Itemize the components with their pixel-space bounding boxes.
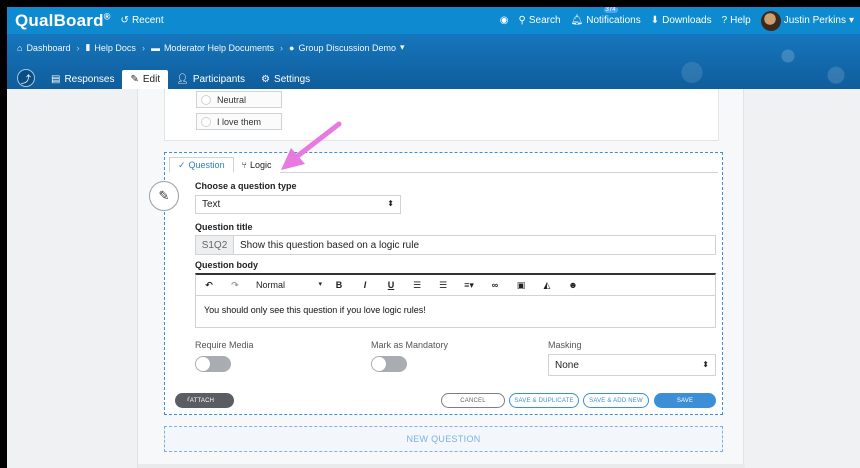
save-add-new-button[interactable]: SAVE & ADD NEW	[583, 393, 649, 408]
select-arrows-icon: ⬍	[702, 360, 709, 369]
tab-participants[interactable]: 👤︎ Participants	[168, 70, 253, 89]
new-question-button[interactable]: NEW QUESTION	[164, 426, 723, 452]
search-icon: ⚲	[518, 15, 526, 26]
annotation-arrow	[281, 121, 342, 170]
question-editor-card: ✓ Question ⑂ Logic ✎ Choose a question typ…	[149, 152, 723, 415]
require-media-label: Require Media	[195, 340, 254, 350]
caret-down-icon[interactable]: ▾	[400, 42, 405, 53]
project-tabs: ⤴ ▤ Responses ✎ Edit 👤︎ Participants ⚙ Setti…	[7, 67, 318, 89]
rich-text-toolbar: ↶ ↷ Normal ▾ B I U ☰ ☰ ≡▾ ∞ ▣ ◭ ☻	[195, 273, 716, 295]
question-title-input[interactable]: S1Q2 Show this question based on a logic…	[195, 235, 716, 255]
branch-icon: ⑂	[241, 160, 247, 170]
editor-content: Neutral I love them ✓ Question ⑂ Logic ✎ C…	[137, 89, 745, 468]
caret-down-icon: ▾	[848, 15, 854, 26]
tab-question[interactable]: ✓ Question	[169, 157, 234, 173]
ordered-list-icon[interactable]: ☰	[404, 280, 430, 291]
tab-logic[interactable]: ⑂ Logic	[233, 157, 280, 173]
gear-icon: ⚙	[261, 74, 271, 85]
notification-count-badge: 374	[603, 7, 618, 13]
format-select[interactable]: Normal ▾	[248, 280, 326, 290]
edit-question-icon[interactable]: ✎	[149, 181, 179, 211]
back-button[interactable]: ⤴	[17, 69, 35, 87]
chevron-right-icon: ›	[76, 42, 80, 53]
tab-settings[interactable]: ⚙ Settings	[253, 70, 318, 89]
notifications-button[interactable]: 🔔︎ Notifications 374	[570, 7, 641, 26]
tab-edit[interactable]: ✎ Edit	[122, 70, 169, 89]
history-icon: ↺	[120, 15, 129, 26]
breadcrumb-dashboard[interactable]: Dashboard	[26, 43, 70, 53]
masking-select[interactable]: None ⬍	[548, 354, 716, 376]
require-media-toggle[interactable]	[195, 356, 231, 372]
downloads-button[interactable]: ⬇ Downloads	[651, 15, 712, 26]
breadcrumb-help-docs[interactable]: Help Docs	[94, 43, 136, 53]
help-icon: ?	[721, 15, 728, 26]
breadcrumb-moderator-docs[interactable]: Moderator Help Documents	[164, 43, 274, 53]
home-icon: ⌂	[17, 42, 23, 53]
book-icon: ▮	[85, 42, 91, 52]
question-body-label: Question body	[195, 260, 258, 270]
save-button[interactable]: SAVE	[654, 393, 716, 408]
app-window: QualBoard® ↺ Recent ◉ ⚲ Search 🔔︎ Notifica…	[7, 7, 860, 468]
bullet-list-icon[interactable]: ☰	[430, 280, 456, 291]
question-code: S1Q2	[196, 236, 234, 254]
masking-label: Masking	[548, 340, 582, 350]
mandatory-label: Mark as Mandatory	[371, 340, 449, 350]
download-icon: ⬇	[650, 15, 660, 26]
chevron-right-icon: ›	[141, 42, 145, 53]
chevron-right-icon: ›	[280, 42, 283, 53]
top-right-menu: ◉ ⚲ Search 🔔︎ Notifications 374 ⬇ Downloads …	[500, 7, 860, 31]
chat-icon: ●	[289, 42, 295, 53]
question-type-label: Choose a question type	[195, 181, 297, 191]
clear-format-icon[interactable]: ◭	[534, 280, 560, 291]
select-arrows-icon: ⬍	[387, 199, 394, 208]
question-type-select[interactable]: Text ⬍	[195, 195, 401, 214]
project-banner: ⌂ Dashboard › ▮ Help Docs › ▬ Moderator …	[7, 34, 860, 89]
footer-divider	[138, 464, 745, 468]
previous-question-card: Neutral I love them	[164, 89, 719, 141]
redo-icon[interactable]: ↷	[222, 280, 248, 291]
radio-icon	[201, 94, 211, 105]
tab-responses[interactable]: ▤ Responses	[43, 70, 122, 89]
bold-icon[interactable]: B	[326, 280, 352, 290]
option-i-love-them[interactable]: I love them	[196, 113, 282, 130]
question-tabs: ✓ Question ⑂ Logic	[169, 157, 718, 173]
question-title-value: Show this question based on a logic rule	[240, 239, 420, 251]
bell-icon: 🔔︎	[570, 15, 584, 26]
check-icon: ✓	[178, 159, 186, 170]
align-icon[interactable]: ≡▾	[456, 280, 482, 291]
breadcrumb-group-discussion[interactable]: Group Discussion Demo	[298, 43, 396, 53]
top-navigation-bar: QualBoard® ↺ Recent ◉ ⚲ Search 🔔︎ Notifica…	[7, 7, 860, 34]
image-icon[interactable]: ▣	[508, 280, 534, 291]
avatar	[760, 10, 781, 31]
link-icon[interactable]: ∞	[482, 280, 508, 290]
radio-icon	[201, 116, 211, 127]
save-duplicate-button[interactable]: SAVE & DUPLICATE	[509, 393, 579, 408]
brand-logo[interactable]: QualBoard®	[7, 11, 111, 31]
help-button[interactable]: ? Help	[722, 15, 751, 26]
recent-button[interactable]: ↺ Recent	[121, 15, 164, 26]
cancel-button[interactable]: CANCEL	[441, 393, 505, 408]
option-neutral[interactable]: Neutral	[196, 91, 282, 108]
attach-button[interactable]: ⫽ ATTACH	[175, 393, 234, 408]
edit-icon: ✎	[130, 74, 139, 85]
list-icon: ▤	[51, 74, 61, 85]
search-button[interactable]: ⚲ Search	[519, 15, 561, 26]
user-menu[interactable]: Justin Perkins ▾	[760, 10, 854, 31]
live-icon[interactable]: ◉	[500, 15, 509, 26]
user-icon: 👤︎	[176, 74, 189, 85]
question-body-editor[interactable]: You should only see this question if you…	[195, 295, 716, 328]
emoji-icon[interactable]: ☻	[560, 280, 586, 290]
undo-icon[interactable]: ↶	[196, 280, 222, 291]
underline-icon[interactable]: U	[378, 280, 404, 290]
mandatory-toggle[interactable]	[371, 356, 407, 372]
question-title-label: Question title	[195, 222, 253, 232]
screenshot-frame: QualBoard® ↺ Recent ◉ ⚲ Search 🔔︎ Notifica…	[0, 0, 860, 468]
folder-icon: ▬	[150, 42, 160, 53]
breadcrumb: ⌂ Dashboard › ▮ Help Docs › ▬ Moderator …	[7, 34, 860, 53]
italic-icon[interactable]: I	[352, 280, 378, 290]
caret-down-icon: ▾	[318, 281, 322, 288]
